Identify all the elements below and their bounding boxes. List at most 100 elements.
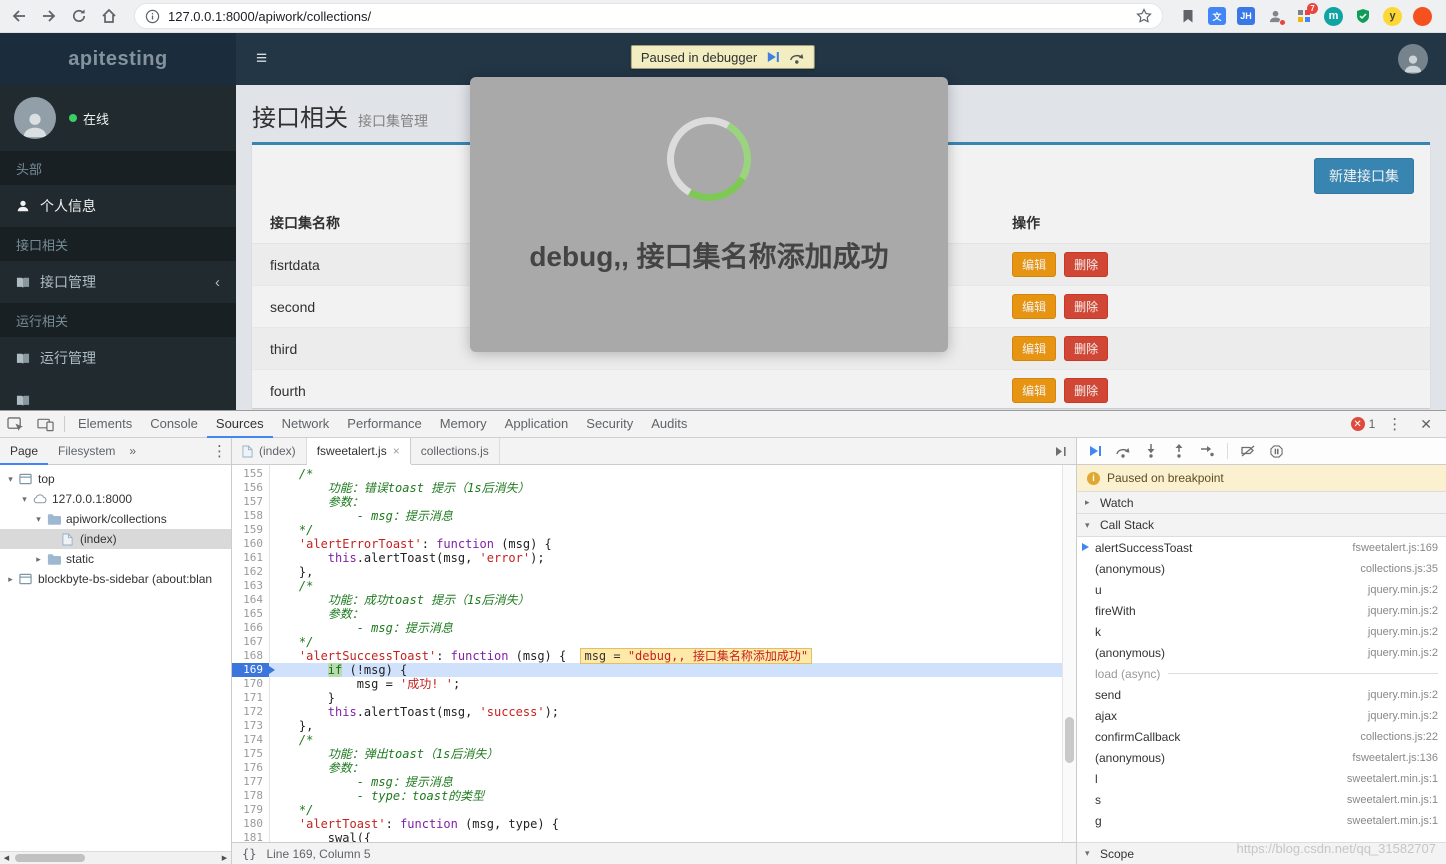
call-stack-frame[interactable]: lsweetalert.min.js:1 — [1077, 768, 1446, 789]
step-into-icon[interactable] — [1137, 438, 1165, 465]
tab-elements[interactable]: Elements — [69, 411, 141, 438]
translate-extension-icon[interactable]: 文 — [1208, 7, 1226, 25]
step-out-icon[interactable] — [1165, 438, 1193, 465]
gutter-line[interactable]: 180 — [232, 817, 269, 831]
chevron-down-icon[interactable]: ▾ — [5, 474, 16, 485]
bookmark-star-icon[interactable] — [1136, 8, 1152, 24]
chevron-right-icon[interactable]: ▸ — [5, 574, 16, 585]
call-stack-frame[interactable]: ssweetalert.min.js:1 — [1077, 789, 1446, 810]
gutter-line[interactable]: 156 — [232, 481, 269, 495]
navigator-menu-icon[interactable]: ⋮ — [208, 442, 231, 460]
edit-button[interactable]: 编辑 — [1012, 378, 1056, 403]
tree-item[interactable]: (index) — [0, 529, 231, 549]
call-stack-frame[interactable]: kjquery.min.js:2 — [1077, 621, 1446, 642]
delete-button[interactable]: 删除 — [1064, 252, 1108, 277]
call-stack-frame[interactable]: gsweetalert.min.js:1 — [1077, 810, 1446, 831]
new-collection-button[interactable]: 新建接口集 — [1314, 158, 1414, 194]
editor-tab[interactable]: (index) — [232, 438, 307, 464]
tab-application[interactable]: Application — [496, 411, 578, 438]
gutter-line[interactable]: 175 — [232, 747, 269, 761]
editor-scrollbar[interactable] — [1062, 465, 1076, 842]
scroll-left-icon[interactable]: ◀ — [0, 852, 13, 864]
jh-extension-icon[interactable]: JH — [1237, 7, 1255, 25]
call-stack-frame[interactable]: (anonymous)collections.js:35 — [1077, 558, 1446, 579]
code-content[interactable]: /* 功能：错误toast 提示（1s后消失） 参数： - msg：提示消息 *… — [270, 465, 1062, 842]
chrome-menu-update-icon[interactable] — [1413, 7, 1432, 26]
back-icon[interactable] — [10, 7, 28, 25]
app-logo[interactable]: apitesting — [0, 33, 236, 85]
gutter-line[interactable]: 178 — [232, 789, 269, 803]
gutter-line[interactable]: 176 — [232, 761, 269, 775]
home-icon[interactable] — [100, 7, 118, 25]
gutter-line[interactable]: 165 — [232, 607, 269, 621]
forward-icon[interactable] — [40, 7, 58, 25]
gutter-line[interactable]: 179 — [232, 803, 269, 817]
m-extension-icon[interactable]: m — [1324, 7, 1343, 26]
gutter-line[interactable]: 160 — [232, 537, 269, 551]
call-stack-frame[interactable]: (anonymous)fsweetalert.js:136 — [1077, 747, 1446, 768]
people-extension-icon[interactable] — [1266, 7, 1284, 25]
gutter-line[interactable]: 169 — [232, 663, 269, 677]
watch-section-header[interactable]: ▸ Watch — [1077, 491, 1446, 514]
delete-button[interactable]: 删除 — [1064, 294, 1108, 319]
user-avatar[interactable] — [1398, 44, 1428, 74]
navigator-tab-filesystem[interactable]: Filesystem — [48, 438, 125, 465]
more-tabs-icon[interactable]: » — [125, 444, 140, 458]
gutter-line[interactable]: 174 — [232, 733, 269, 747]
chevron-down-icon[interactable]: ▾ — [19, 494, 30, 505]
profile-avatar[interactable]: y — [1383, 7, 1402, 26]
gutter-line[interactable]: 163 — [232, 579, 269, 593]
gutter-line[interactable]: 167 — [232, 635, 269, 649]
chevron-down-icon[interactable]: ▾ — [33, 514, 44, 525]
devtools-menu-icon[interactable]: ⋮ — [1383, 415, 1406, 433]
gutter-line[interactable]: 171 — [232, 691, 269, 705]
gutter-line[interactable]: 166 — [232, 621, 269, 635]
tab-sources[interactable]: Sources — [207, 411, 273, 438]
url-text[interactable]: 127.0.0.1:8000/apiwork/collections/ — [168, 9, 1128, 24]
gutter-line[interactable]: 168 — [232, 649, 269, 663]
tree-item[interactable]: ▾apiwork/collections — [0, 509, 231, 529]
call-stack-section-header[interactable]: ▾ Call Stack — [1077, 514, 1446, 537]
editor-tab[interactable]: fsweetalert.js× — [307, 438, 411, 464]
gutter-line[interactable]: 162 — [232, 565, 269, 579]
panel-toggle-icon[interactable] — [1046, 438, 1076, 464]
edit-button[interactable]: 编辑 — [1012, 252, 1056, 277]
bookmark-flag-icon[interactable] — [1179, 7, 1197, 25]
gutter-line[interactable]: 158 — [232, 509, 269, 523]
grid-extension-icon[interactable]: 7 — [1295, 7, 1313, 25]
tree-item[interactable]: ▸static — [0, 549, 231, 569]
gutter-line[interactable]: 170 — [232, 677, 269, 691]
gutter-line[interactable]: 173 — [232, 719, 269, 733]
navigator-tab-page[interactable]: Page — [0, 438, 48, 465]
call-stack-frame[interactable]: fireWithjquery.min.js:2 — [1077, 600, 1446, 621]
tree-item[interactable]: ▾127.0.0.1:8000 — [0, 489, 231, 509]
tab-performance[interactable]: Performance — [338, 411, 430, 438]
deactivate-breakpoints-icon[interactable] — [1234, 438, 1262, 465]
edit-button[interactable]: 编辑 — [1012, 294, 1056, 319]
gutter-line[interactable]: 161 — [232, 551, 269, 565]
gutter-line[interactable]: 181 — [232, 831, 269, 845]
tree-item[interactable]: ▸blockbyte-bs-sidebar (about:blan — [0, 569, 231, 589]
sidebar-toggle-icon[interactable]: ≡ — [250, 33, 273, 85]
address-bar[interactable]: 127.0.0.1:8000/apiwork/collections/ — [134, 3, 1163, 29]
device-toolbar-icon[interactable] — [30, 411, 60, 438]
step-icon[interactable] — [1193, 438, 1221, 465]
error-counter[interactable]: ✕1 — [1351, 417, 1376, 431]
tab-console[interactable]: Console — [141, 411, 207, 438]
call-stack-frame[interactable]: confirmCallbackcollections.js:22 — [1077, 726, 1446, 747]
inspect-element-icon[interactable] — [0, 411, 30, 438]
sidebar-item-3[interactable]: 接口管理‹ — [0, 261, 236, 303]
devtools-close-icon[interactable]: ✕ — [1414, 416, 1438, 433]
resume-script-icon[interactable] — [766, 51, 780, 63]
tab-security[interactable]: Security — [577, 411, 642, 438]
horizontal-scrollbar[interactable]: ◀ ▶ — [0, 851, 231, 864]
gutter-line[interactable]: 177 — [232, 775, 269, 789]
pause-on-exceptions-icon[interactable] — [1262, 438, 1290, 465]
tree-item[interactable]: ▾top — [0, 469, 231, 489]
scrollbar-thumb[interactable] — [15, 854, 85, 862]
call-stack-frame[interactable]: ajaxjquery.min.js:2 — [1077, 705, 1446, 726]
edit-button[interactable]: 编辑 — [1012, 336, 1056, 361]
sidebar-item-6[interactable] — [0, 379, 236, 410]
pretty-print-icon[interactable]: {} — [242, 847, 256, 861]
tab-network[interactable]: Network — [273, 411, 339, 438]
